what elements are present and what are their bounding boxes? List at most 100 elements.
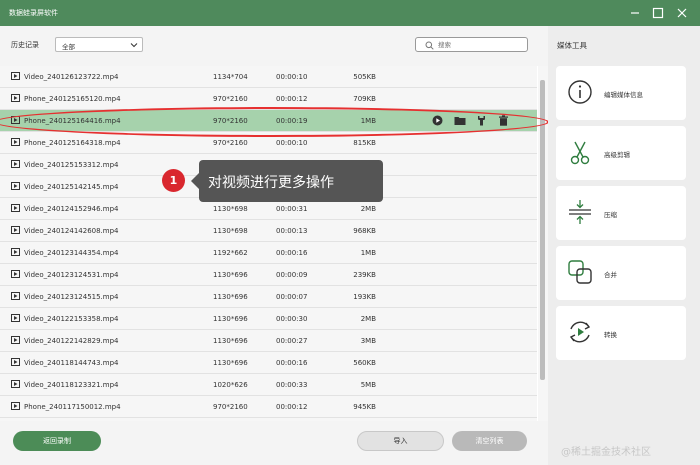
maximize-icon[interactable] [651, 6, 665, 20]
file-row[interactable]: Video_240123124515.mp4 1130*696 00:00:07 19… [0, 286, 537, 308]
video-file-icon [11, 270, 20, 280]
search-input[interactable] [438, 39, 523, 51]
minimize-icon[interactable] [628, 6, 642, 20]
video-file-icon [11, 402, 20, 412]
window-title: 数据蛙录屏软件 [9, 9, 58, 17]
file-resolution: 970*2160 [213, 139, 248, 147]
video-file-icon [11, 358, 20, 368]
chevron-down-icon [130, 43, 138, 48]
file-name: Video_240118144743.mp4 [24, 359, 119, 367]
file-resolution: 970*2160 [213, 117, 248, 125]
video-file-icon [11, 138, 20, 148]
annotation-tooltip: 对视频进行更多操作 [191, 160, 383, 202]
video-file-icon [11, 94, 20, 104]
wrench-icon[interactable] [476, 115, 488, 127]
file-size: 968KB [353, 227, 376, 235]
video-file-icon [11, 182, 20, 192]
file-resolution: 970*2160 [213, 403, 248, 411]
video-file-icon [11, 380, 20, 390]
history-filter-select[interactable]: 全部 [55, 37, 143, 52]
merge-icon [565, 257, 595, 287]
clear-list-button[interactable]: 清空列表 [452, 431, 527, 451]
tool-advanced-clip[interactable]: 高级剪辑 [556, 126, 686, 180]
file-resolution: 970*2160 [213, 95, 248, 103]
file-size: 709KB [353, 95, 376, 103]
file-resolution: 1130*696 [213, 315, 248, 323]
file-row[interactable]: Phone_240125164318.mp4 970*2160 00:00:10 81… [0, 132, 537, 154]
video-file-icon [11, 72, 20, 82]
search-icon [425, 41, 434, 50]
annotation-text: 对视频进行更多操作 [208, 175, 334, 191]
video-file-icon [11, 116, 20, 126]
video-file-icon [11, 248, 20, 258]
video-file-icon [11, 226, 20, 236]
file-row[interactable]: Video_240123124531.mp4 1130*696 00:00:09 23… [0, 264, 537, 286]
tool-label: 高级剪辑 [604, 151, 630, 159]
scrollbar-thumb[interactable] [540, 80, 545, 380]
file-size: 560KB [353, 359, 376, 367]
video-file-icon [11, 292, 20, 302]
file-row[interactable]: Phone_240125164416.mp4 970*2160 00:00:19 1M… [0, 110, 537, 132]
file-name: Video_240123144354.mp4 [24, 249, 119, 257]
filter-bar: 历史记录 全部 [0, 26, 548, 66]
tool-merge[interactable]: 合并 [556, 246, 686, 300]
back-to-record-button[interactable]: 返回录制 [13, 431, 101, 451]
history-filter-value: 全部 [62, 43, 75, 51]
file-resolution: 1130*696 [213, 271, 248, 279]
video-file-icon [11, 314, 20, 324]
file-name: Video_240123124515.mp4 [24, 293, 119, 301]
folder-icon[interactable] [454, 115, 466, 127]
file-size: 1MB [360, 117, 376, 125]
compress-icon [565, 197, 595, 227]
file-name: Phone_240125164318.mp4 [24, 139, 121, 147]
file-resolution: 1130*696 [213, 293, 248, 301]
file-size: 5MB [360, 381, 376, 389]
scissors-icon [565, 137, 595, 167]
search-box[interactable] [415, 37, 528, 52]
file-row[interactable]: Phone_240117150012.mp4 970*2160 00:00:12 94… [0, 396, 537, 418]
sidebar-title: 媒体工具 [557, 41, 587, 50]
tool-compress[interactable]: 压缩 [556, 186, 686, 240]
file-resolution: 1134*704 [213, 73, 248, 81]
file-row[interactable]: Video_240118144743.mp4 1130*696 00:00:16 56… [0, 352, 537, 374]
play-icon[interactable] [432, 115, 444, 127]
info-icon [565, 77, 595, 107]
file-resolution: 1130*696 [213, 337, 248, 345]
file-name: Video_240122142829.mp4 [24, 337, 119, 345]
file-name: Video_240122153358.mp4 [24, 315, 119, 323]
video-file-icon [11, 204, 20, 214]
file-size: 505KB [353, 73, 376, 81]
file-row[interactable]: Video_240126123722.mp4 1134*704 00:00:10 50… [0, 66, 537, 88]
file-row[interactable]: Video_240122153358.mp4 1130*696 00:00:30 2M… [0, 308, 537, 330]
file-row[interactable]: Phone_240125165120.mp4 970*2160 00:00:12 70… [0, 88, 537, 110]
file-row[interactable]: Video_240118123321.mp4 1020*626 00:00:33 5M… [0, 374, 537, 396]
tool-label: 转换 [604, 331, 617, 339]
file-size: 3MB [360, 337, 376, 345]
import-button[interactable]: 导入 [357, 431, 444, 451]
file-size: 815KB [353, 139, 376, 147]
tool-convert[interactable]: 转换 [556, 306, 686, 360]
file-name: Video_240125142145.mp4 [24, 183, 119, 191]
tool-edit-media-info[interactable]: 编辑媒体信息 [556, 66, 686, 120]
trash-icon[interactable] [498, 115, 510, 127]
file-resolution: 1130*698 [213, 205, 248, 213]
step-badge: 1 [162, 169, 185, 192]
video-file-icon [11, 160, 20, 170]
tool-label: 编辑媒体信息 [604, 91, 643, 99]
file-name: Video_240125153312.mp4 [24, 161, 119, 169]
file-row[interactable]: Video_240123144354.mp4 1192*662 00:00:16 1M… [0, 242, 537, 264]
file-name: Video_240126123722.mp4 [24, 73, 119, 81]
file-resolution: 1020*626 [213, 381, 248, 389]
row-actions [432, 115, 512, 127]
file-name: Phone_240117150012.mp4 [24, 403, 121, 411]
file-size: 945KB [353, 403, 376, 411]
tool-label: 合并 [604, 271, 617, 279]
history-label: 历史记录 [11, 41, 39, 49]
close-icon[interactable] [675, 6, 689, 20]
file-row[interactable]: Video_240122142829.mp4 1130*696 00:00:27 3M… [0, 330, 537, 352]
file-resolution: 1130*696 [213, 359, 248, 367]
file-size: 2MB [360, 205, 376, 213]
title-bar: 数据蛙录屏软件 [0, 0, 700, 26]
file-size: 1MB [360, 249, 376, 257]
file-row[interactable]: Video_240124142608.mp4 1130*698 00:00:13 96… [0, 220, 537, 242]
